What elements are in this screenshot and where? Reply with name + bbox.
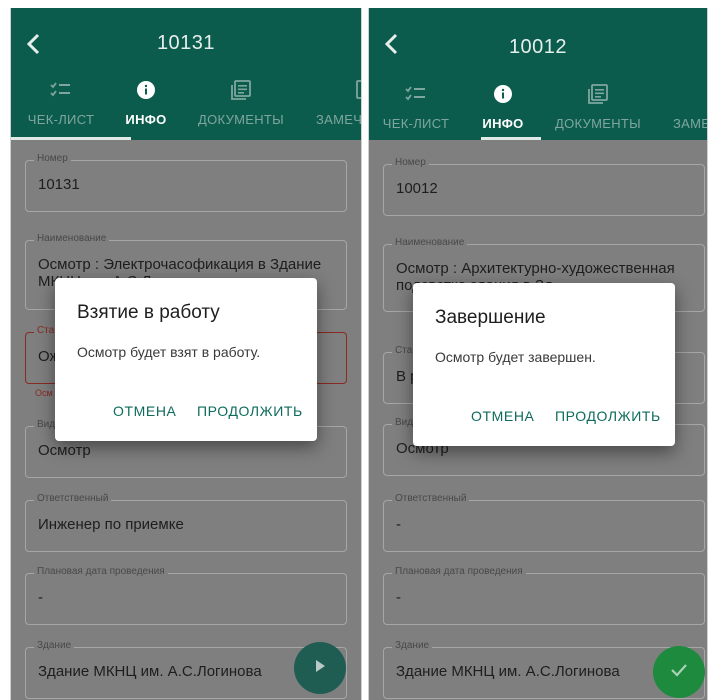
tab-remarks-label: ЗАМЕ: [673, 116, 708, 131]
number-field-label: Номер: [34, 153, 71, 164]
app-bar: 10012 ЧЕК-ЛИСТ ИНФО ДОКУМЕНТЫ ЗАМЕ: [369, 8, 707, 140]
tab-documents[interactable]: ДОКУМЕНТЫ: [543, 82, 653, 142]
start-work-fab[interactable]: [294, 642, 346, 694]
building-field-value: Здание МКНЦ им. А.С.Логинова: [38, 663, 262, 680]
status-field-label: Ста: [392, 345, 416, 356]
take-to-work-dialog: Взятие в работу Осмотр будет взят в рабо…: [55, 278, 317, 441]
documents-icon: [543, 82, 653, 106]
number-field-label: Номер: [392, 157, 429, 168]
responsible-field-value: Инженер по приемке: [38, 516, 184, 533]
planned-date-field-value: -: [38, 589, 43, 606]
remarks-icon: [308, 78, 361, 102]
check-icon: [670, 663, 688, 682]
cancel-button[interactable]: ОТМЕНА: [471, 408, 535, 424]
info-icon: [448, 82, 558, 106]
info-icon: [91, 78, 201, 102]
name-field-label: Наименование: [392, 237, 468, 248]
building-field-label: Здание: [34, 640, 75, 651]
status-error-text: Осм: [35, 388, 53, 398]
tab-remarks[interactable]: ЗАМЕЧ: [308, 78, 362, 138]
dialog-message: Осмотр будет взят в работу.: [77, 344, 261, 360]
planned-date-field-label: Плановая дата проведения: [34, 566, 168, 577]
page-title: 10131: [156, 32, 216, 54]
responsible-field[interactable]: Ответственный -: [383, 493, 705, 552]
complete-fab[interactable]: [653, 646, 705, 698]
responsible-field-label: Ответственный: [392, 493, 470, 504]
responsible-field-label: Ответственный: [34, 493, 112, 504]
play-icon: [313, 659, 327, 678]
cancel-button[interactable]: ОТМЕНА: [113, 403, 177, 419]
continue-button[interactable]: ПРОДОЛЖИТЬ: [197, 403, 303, 419]
dialog-title: Завершение: [435, 307, 546, 328]
tab-info-label: ИНФО: [482, 116, 524, 131]
screen-inspection-10012: 10012 ЧЕК-ЛИСТ ИНФО ДОКУМЕНТЫ ЗАМЕ Номер: [368, 8, 708, 700]
tab-documents-label: ДОКУМЕНТЫ: [198, 112, 284, 127]
status-field-label: Ста: [34, 325, 58, 336]
documents-icon: [186, 78, 296, 102]
dialog-message: Осмотр будет завершен.: [435, 349, 596, 365]
responsible-field[interactable]: Ответственный Инженер по приемке: [25, 493, 347, 552]
planned-date-field[interactable]: Плановая дата проведения -: [383, 566, 705, 625]
building-field-label: Здание: [392, 640, 433, 651]
number-field-value: 10012: [396, 180, 438, 197]
app-bar: 10131 ЧЕК-ЛИСТ ИНФО ДОКУМЕНТЫ ЗАМЕЧ: [11, 8, 361, 140]
number-field[interactable]: Номер 10012: [383, 157, 705, 216]
tab-remarks[interactable]: ЗАМЕ: [665, 82, 708, 142]
tab-remarks-label: ЗАМЕЧ: [316, 112, 362, 127]
complete-dialog: Завершение Осмотр будет завершен. ОТМЕНА…: [413, 283, 675, 446]
tab-info-label: ИНФО: [125, 112, 167, 127]
planned-date-field-label: Плановая дата проведения: [392, 566, 526, 577]
tab-documents[interactable]: ДОКУМЕНТЫ: [186, 78, 296, 138]
number-field-value: 10131: [38, 176, 80, 193]
dialog-title: Взятие в работу: [77, 302, 220, 323]
responsible-field-value: -: [396, 516, 401, 533]
tab-documents-label: ДОКУМЕНТЫ: [555, 116, 641, 131]
building-field-value: Здание МКНЦ им. А.С.Логинова: [396, 663, 620, 680]
page-title: 10012: [508, 36, 568, 58]
planned-date-field-value: -: [396, 589, 401, 606]
tab-info[interactable]: ИНФО: [448, 82, 558, 142]
tab-info[interactable]: ИНФО: [91, 78, 201, 138]
screen-inspection-10131: 10131 ЧЕК-ЛИСТ ИНФО ДОКУМЕНТЫ ЗАМЕЧ Номе…: [10, 8, 362, 700]
type-field-value: Осмотр: [38, 442, 91, 459]
planned-date-field[interactable]: Плановая дата проведения -: [25, 566, 347, 625]
number-field[interactable]: Номер 10131: [25, 153, 347, 212]
name-field-label: Наименование: [34, 233, 110, 244]
continue-button[interactable]: ПРОДОЛЖИТЬ: [555, 408, 661, 424]
